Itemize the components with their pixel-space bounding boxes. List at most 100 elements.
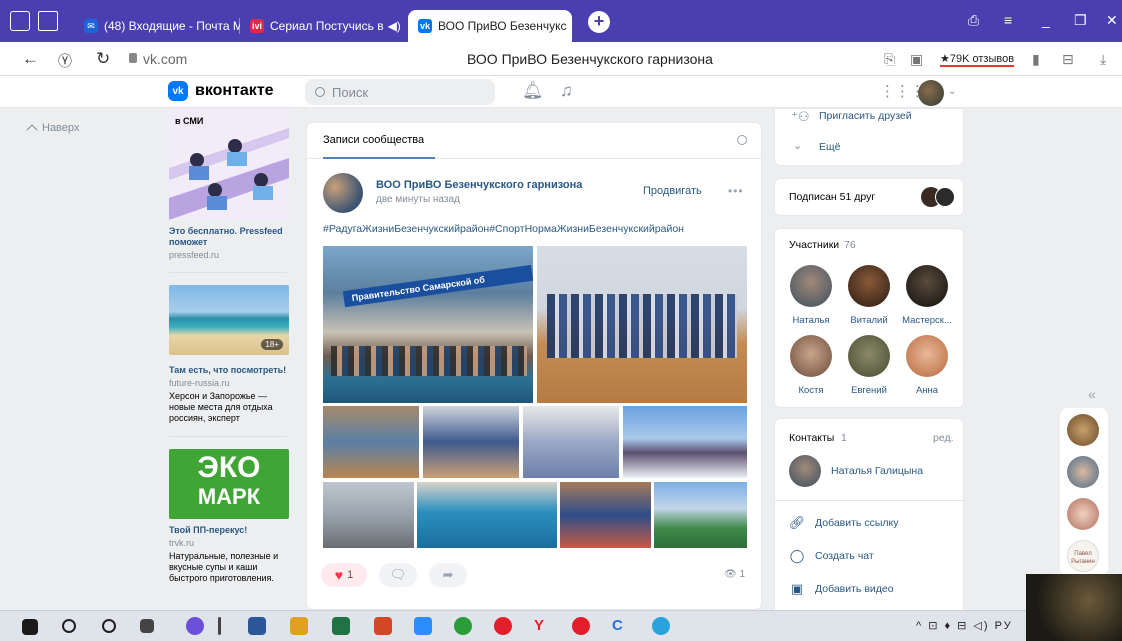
post-author-name[interactable]: ВОО ПриВО Безенчукского гарнизона	[376, 179, 582, 191]
search-input[interactable]: Поиск	[305, 79, 495, 105]
reload-icon[interactable]: ↻	[96, 49, 110, 69]
ad-pressfeed[interactable]: в СМИ Это бесплатно. Pressfeed поможет p…	[169, 108, 291, 260]
bookmarks-icon[interactable]: ⎙	[968, 12, 979, 29]
divider	[775, 500, 963, 501]
share-button[interactable]: ➦	[429, 563, 467, 587]
post-hashtags[interactable]: #РадугаЖизниБезенчукскийрайон#СпортНорма…	[323, 223, 684, 235]
invite-friends-link[interactable]: Пригласить друзей	[819, 110, 912, 122]
subscribed-friends-card[interactable]: Подписан 51 друг	[774, 178, 964, 216]
more-icon[interactable]: •••	[728, 184, 744, 198]
excel-icon[interactable]	[332, 617, 350, 635]
share-icon[interactable]: ⎘	[884, 51, 895, 68]
chevron-down-icon[interactable]: ⌄	[948, 86, 956, 97]
member-item[interactable]: Анна	[897, 335, 957, 396]
post-photo[interactable]	[417, 482, 557, 548]
collapse-chats-icon[interactable]: «	[1088, 386, 1096, 402]
post-photo[interactable]	[523, 406, 619, 478]
yandex-app-icon[interactable]	[572, 617, 590, 635]
tab-ivi[interactable]: ivi Сериал Постучись в ◀) ×	[240, 10, 404, 42]
vk-logo-icon: vk	[168, 81, 188, 101]
post-photo[interactable]	[423, 406, 519, 478]
extension-icon[interactable]: ▣	[910, 51, 923, 68]
post-photo[interactable]	[323, 482, 414, 548]
ad-domain: pressfeed.ru	[169, 250, 220, 260]
member-item[interactable]: Евгений	[839, 335, 899, 396]
search-icon[interactable]	[62, 619, 76, 633]
tabs-overview-icon[interactable]	[38, 11, 58, 31]
powerpoint-icon[interactable]	[374, 617, 392, 635]
post-time[interactable]: две минуты назад	[376, 194, 460, 205]
ad-ekomark[interactable]: ЭКО МАРК Твой ПП-перекус! trvk.ru Натура…	[169, 449, 291, 584]
reviews-badge[interactable]: ★79K отзывов	[940, 52, 1015, 67]
vk-logo[interactable]: vk вконтакте	[168, 81, 274, 101]
yandex-browser-icon[interactable]	[186, 617, 204, 635]
music-icon[interactable]: ♫	[560, 81, 573, 101]
file-explorer-icon[interactable]	[290, 617, 308, 635]
divider	[169, 436, 287, 437]
yandex-icon[interactable]: Y	[534, 617, 552, 635]
avatar[interactable]	[1067, 414, 1099, 446]
avatar[interactable]	[1067, 498, 1099, 530]
tab-community-posts[interactable]: Записи сообщества	[323, 134, 424, 146]
avatar[interactable]	[789, 455, 821, 487]
post-photo[interactable]	[323, 406, 419, 478]
post-photo[interactable]	[623, 406, 747, 478]
tab-vk[interactable]: vk ВОО ПриВО Безенчукс ×	[408, 10, 572, 42]
post-photo[interactable]	[654, 482, 747, 548]
cc-icon[interactable]: C	[612, 617, 630, 635]
comment-button[interactable]: 🗨︎	[379, 563, 417, 587]
search-icon[interactable]	[737, 135, 747, 145]
sound-icon[interactable]: ◀)	[388, 19, 401, 33]
add-video-button[interactable]: ▣ Добавить видео	[789, 581, 894, 597]
menu-icon[interactable]: ≡	[1004, 12, 1012, 28]
ad-future-russia[interactable]: 18+ Там есть, что посмотреть! future-rus…	[169, 285, 291, 424]
promote-button[interactable]: Продвигать	[643, 185, 702, 197]
members-title[interactable]: Участники	[789, 239, 839, 251]
minimize-icon[interactable]: _	[1042, 12, 1050, 28]
contacts-title[interactable]: Контакты	[789, 432, 834, 444]
task-view-icon[interactable]	[140, 619, 154, 633]
back-icon[interactable]: ←	[22, 49, 39, 69]
more-link[interactable]: Ещё	[819, 141, 840, 153]
post-photo[interactable]	[560, 482, 651, 548]
ad-title[interactable]: Это бесплатно. Pressfeed поможет	[169, 226, 291, 248]
cortana-icon[interactable]	[102, 619, 116, 633]
zoom-icon[interactable]	[414, 617, 432, 635]
tab-mail[interactable]: ✉ (48) Входящие - Почта Ма	[74, 10, 240, 42]
member-item[interactable]: Виталий	[839, 265, 899, 326]
window-close-icon[interactable]: ✕	[1106, 12, 1118, 29]
home-icon[interactable]	[10, 11, 30, 31]
like-button[interactable]: ♥ 1	[321, 563, 367, 587]
download-icon[interactable]: ⤓	[1100, 51, 1106, 68]
telegram-icon[interactable]	[652, 617, 670, 635]
member-item[interactable]: Наталья	[781, 265, 841, 326]
chrome-icon[interactable]	[454, 617, 472, 635]
scroll-up-link[interactable]: Наверх	[26, 122, 79, 136]
post-photo[interactable]	[537, 246, 747, 403]
yandex-icon[interactable]: Ⓨ	[58, 51, 72, 71]
create-chat-button[interactable]: ◯ Создать чат	[789, 548, 874, 564]
avatar[interactable]	[1067, 456, 1099, 488]
ad-title[interactable]: Твой ПП-перекус!	[169, 525, 291, 536]
reader-icon[interactable]: ⊟	[1062, 51, 1074, 68]
member-item[interactable]: Костя	[781, 335, 841, 396]
contact-name[interactable]: Наталья Галицына	[831, 465, 923, 477]
system-tray[interactable]: ^ ⊡ ♦ ⊟ ◁) РУ	[916, 619, 1013, 632]
edit-contacts-link[interactable]: ред.	[933, 432, 954, 444]
opera-icon[interactable]	[494, 617, 512, 635]
post-photo[interactable]: Правительство Самарской об	[323, 246, 533, 403]
avatar[interactable]	[323, 173, 363, 213]
ad-title[interactable]: Там есть, что посмотреть!	[169, 365, 291, 376]
add-link-button[interactable]: 🔗︎ Добавить ссылку	[789, 515, 899, 531]
word-icon[interactable]	[248, 617, 266, 635]
bookmark-icon[interactable]: ▮	[1032, 51, 1040, 68]
url-field[interactable]: vk.com	[143, 51, 187, 67]
windows-start-icon[interactable]	[22, 619, 38, 635]
avatar[interactable]	[918, 80, 944, 106]
restore-icon[interactable]: ❐	[1074, 12, 1087, 29]
member-item[interactable]: Мастерск...	[897, 265, 957, 326]
ad-logo-bottom: МАРК	[197, 484, 261, 509]
chat-logo[interactable]: Павел Рыганин	[1067, 540, 1099, 572]
new-tab-button[interactable]: +	[588, 11, 610, 33]
bell-icon[interactable]: 🔔︎	[522, 81, 544, 101]
